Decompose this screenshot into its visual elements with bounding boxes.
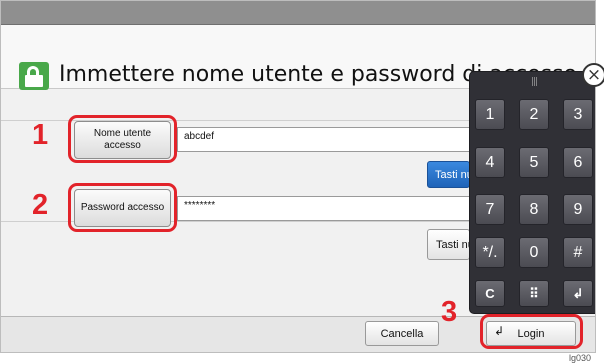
key-8[interactable]: 8: [519, 194, 549, 225]
grid-icon[interactable]: ⠿: [519, 280, 549, 307]
key-symbols[interactable]: */.: [475, 237, 505, 268]
clear-key[interactable]: C: [475, 280, 505, 307]
top-status-bar: [1, 1, 595, 25]
login-screen: Immettere nome utente e password di acce…: [0, 0, 596, 353]
username-keyboard-button[interactable]: Tasti numerici: [427, 161, 470, 188]
step-number-1: 1: [32, 119, 49, 151]
drag-grip-icon[interactable]: |||: [520, 77, 548, 89]
key-1[interactable]: 1: [475, 99, 505, 130]
lock-icon: [19, 62, 49, 90]
key-9[interactable]: 9: [563, 194, 593, 225]
key-5[interactable]: 5: [519, 147, 549, 178]
footer: Cancella ↲ Login: [1, 314, 595, 352]
enter-icon[interactable]: ↲: [563, 280, 593, 307]
close-icon[interactable]: ×: [582, 63, 604, 87]
username-field[interactable]: abcdef: [177, 127, 470, 152]
step-1-highlight: [68, 115, 177, 163]
password-field[interactable]: ********: [177, 196, 470, 221]
key-0[interactable]: 0: [519, 237, 549, 268]
step-number-3: 3: [441, 296, 458, 328]
numeric-keypad[interactable]: ||| 1 2 3 4 5 6 7 8 9 */. 0 # C ⠿ ↲: [469, 71, 595, 314]
step-2-highlight: [68, 183, 177, 232]
step-3-highlight: [480, 314, 583, 349]
key-7[interactable]: 7: [475, 194, 505, 225]
step-number-2: 2: [32, 189, 49, 221]
key-hash[interactable]: #: [563, 237, 593, 268]
image-caption: lg030: [569, 353, 592, 363]
key-6[interactable]: 6: [563, 147, 593, 178]
cancel-button[interactable]: Cancella: [365, 321, 439, 346]
password-keyboard-button[interactable]: Tasti numerici: [427, 229, 470, 260]
key-3[interactable]: 3: [563, 99, 593, 130]
key-4[interactable]: 4: [475, 147, 505, 178]
key-2[interactable]: 2: [519, 99, 549, 130]
